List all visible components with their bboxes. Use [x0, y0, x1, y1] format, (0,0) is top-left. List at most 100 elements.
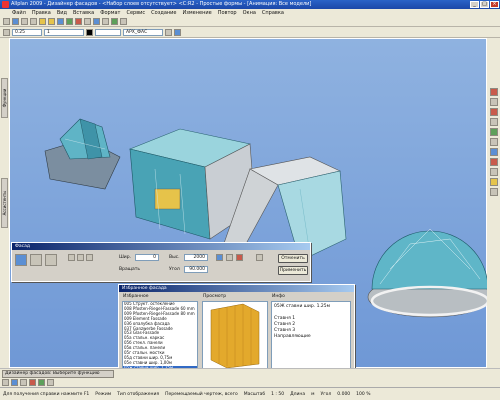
tab-functions[interactable]: Функции [1, 78, 8, 118]
undo-icon[interactable] [39, 18, 46, 25]
standard-toolbar [0, 17, 500, 27]
scale-label: Масштаб [243, 391, 266, 397]
snap-icon[interactable] [489, 88, 498, 96]
grid-icon[interactable] [489, 98, 498, 106]
menu-item[interactable]: Окна [243, 9, 256, 17]
align-center-icon[interactable] [77, 254, 84, 261]
track-icon[interactable] [489, 128, 498, 136]
menu-item[interactable]: Формат [100, 9, 120, 17]
copy-icon[interactable] [84, 18, 91, 25]
preview-header: Просмотр [203, 294, 227, 299]
left-tab-strip: Функции Ассистенты [0, 38, 9, 368]
pan-icon[interactable] [489, 168, 498, 176]
window-title: Allplan 2009 - Дизайнер фасадов - <Набор… [11, 1, 312, 7]
open-icon[interactable] [12, 18, 19, 25]
unit-value[interactable]: м [311, 392, 314, 397]
zoom-icon[interactable] [57, 18, 64, 25]
cancel-button[interactable]: Отменить [278, 254, 308, 263]
close-icon[interactable]: × [490, 1, 499, 8]
menu-item[interactable]: Сервис [126, 9, 145, 17]
angle-label: Угол [169, 267, 180, 272]
align-left-icon[interactable] [68, 254, 75, 261]
stop-icon[interactable] [29, 379, 36, 386]
view-icon[interactable] [111, 18, 118, 25]
angle-label: Угол [320, 391, 332, 397]
glass-pavilion-model [44, 118, 121, 190]
render-icon[interactable] [93, 18, 100, 25]
facade-dialog: Фасад Шир. 0 Выс. 2000 Вращать Угол 90.0… [11, 242, 311, 282]
align-right-icon[interactable] [86, 254, 93, 261]
layer-filter-icon[interactable] [20, 379, 27, 386]
grid-type-icon[interactable] [45, 254, 57, 266]
list-icon[interactable] [256, 254, 263, 261]
menu-item[interactable]: Создание [151, 9, 176, 17]
layer-icon[interactable] [66, 18, 73, 25]
print-icon[interactable] [30, 18, 37, 25]
arrow-icon[interactable] [216, 254, 223, 261]
menu-item[interactable]: Файл [12, 9, 26, 17]
props-icon[interactable] [102, 18, 109, 25]
facade-dialog-title: Фасад [12, 243, 310, 250]
color-combo[interactable] [95, 28, 121, 36]
status-display-type: Тип отображения [117, 391, 160, 397]
bottom-panel: Дизайнер фасадов: Выберите функцию [0, 368, 500, 387]
light-icon[interactable] [489, 178, 498, 186]
line-combo[interactable]: 1 [44, 28, 84, 36]
ortho-icon[interactable] [489, 118, 498, 126]
width-label: Шир. [119, 255, 132, 260]
width-input[interactable]: 0 [135, 254, 159, 261]
options-icon[interactable] [47, 379, 54, 386]
refresh-icon[interactable] [489, 188, 498, 196]
facade-settings-icon[interactable] [30, 254, 42, 266]
angle-value[interactable]: 0.000 [337, 392, 350, 397]
color-icon[interactable] [86, 28, 93, 36]
format-icon[interactable] [174, 28, 181, 36]
menu-item[interactable]: Вид [57, 9, 67, 17]
favorites-dialog-title: Избранное фасада [119, 285, 354, 292]
save-icon[interactable] [21, 18, 28, 25]
point-icon[interactable] [489, 108, 498, 116]
filter-icon[interactable] [2, 379, 9, 386]
select-icon[interactable] [11, 379, 18, 386]
mirror-icon[interactable] [226, 254, 233, 261]
format-toolbar: 0.25 1 АРХ_ФАС [0, 27, 500, 38]
status-bar: Для получения справки нажмите F1 Режим Т… [0, 387, 500, 400]
status-property: Перемещаемый чертеж, всего [165, 391, 238, 397]
redo-icon[interactable] [48, 18, 55, 25]
title-bar: Allplan 2009 - Дизайнер фасадов - <Набор… [0, 0, 500, 9]
pen-combo[interactable]: 0.25 [12, 28, 42, 36]
glass-dome-model [367, 228, 493, 318]
pen-icon[interactable] [3, 28, 10, 36]
help-icon[interactable] [120, 18, 127, 25]
maximize-icon[interactable]: □ [480, 1, 489, 8]
preview-pane [202, 301, 268, 371]
scale-value[interactable]: 1 : 50 [271, 392, 284, 397]
favorites-list[interactable]: 005 Структ. остекление 008 Pfosten-Riegel… [122, 301, 198, 371]
menu-item[interactable]: Изменение [183, 9, 212, 17]
measure-icon[interactable] [489, 158, 498, 166]
apply-button[interactable]: Применить [278, 266, 308, 275]
angle-input[interactable]: 90.000 [184, 266, 208, 273]
accept-icon[interactable] [38, 379, 45, 386]
menu-item[interactable]: Справка [262, 9, 284, 17]
prompt-tab[interactable]: Дизайнер фасадов: Выберите функцию [2, 370, 114, 378]
rotate-label: Вращать [119, 267, 140, 272]
menu-item[interactable]: Вставка [73, 9, 94, 17]
menu-item[interactable]: Повтор [218, 9, 237, 17]
height-label: Выс. [169, 255, 180, 260]
view-iso-icon[interactable] [489, 148, 498, 156]
view-front-icon[interactable] [489, 138, 498, 146]
tab-assistants[interactable]: Ассистенты [1, 178, 8, 228]
layer-combo[interactable]: АРХ_ФАС [123, 28, 163, 36]
height-input[interactable]: 2000 [184, 254, 208, 261]
menu-item[interactable]: Правка [32, 9, 51, 17]
new-file-icon[interactable] [3, 18, 10, 25]
delete-icon[interactable] [75, 18, 82, 25]
facade-icon[interactable] [15, 254, 27, 266]
right-toolbar [487, 38, 500, 368]
delete-facade-icon[interactable] [236, 254, 243, 261]
percent-value[interactable]: 100 % [356, 392, 370, 397]
minimize-icon[interactable]: _ [470, 1, 479, 8]
menu-bar: Файл Правка Вид Вставка Формат Сервис Создание… [0, 9, 500, 17]
layer-settings-icon[interactable] [165, 28, 172, 36]
